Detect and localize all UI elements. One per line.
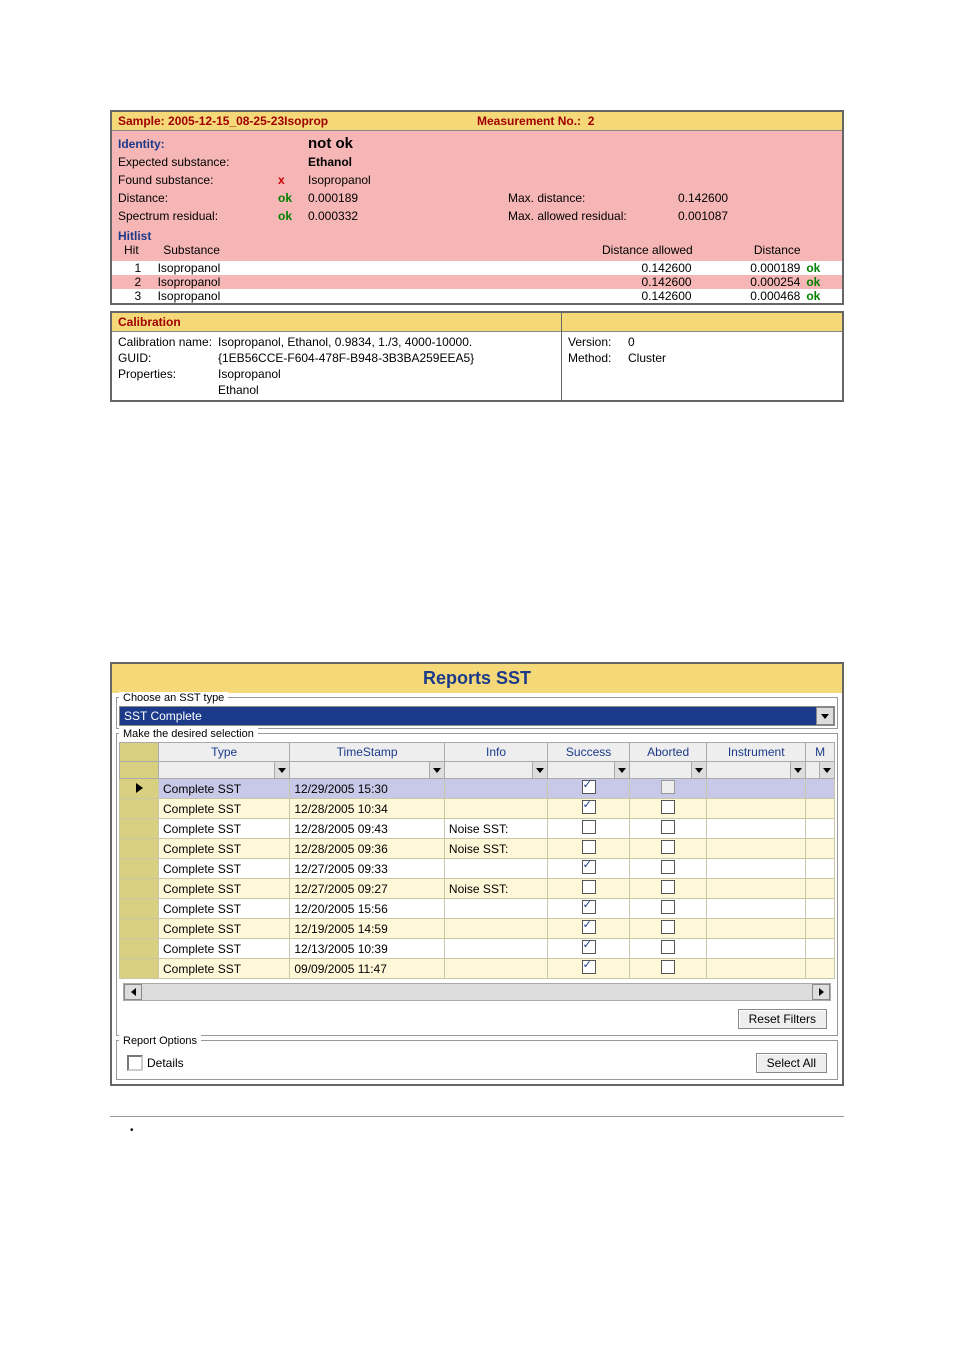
success-checkbox[interactable] [582,900,596,914]
column-header[interactable]: TimeStamp [290,743,445,762]
filter-dropdown[interactable] [630,762,706,778]
meas-value: 2 [588,114,595,128]
aborted-checkbox[interactable] [661,960,675,974]
aborted-checkbox[interactable] [661,820,675,834]
grid-row[interactable]: Complete SST12/28/2005 09:43Noise SST: [120,819,835,839]
column-header[interactable]: Type [159,743,290,762]
hitlist-header: Hit Substance Distance allowed Distance [118,243,836,257]
details-checkbox[interactable] [127,1055,143,1071]
success-checkbox[interactable] [582,960,596,974]
choose-sst-fieldset: Choose an SST type SST Complete [116,697,838,729]
scroll-right-icon[interactable] [812,984,830,1000]
grid-row[interactable]: Complete SST12/20/2005 15:56 [120,899,835,919]
grid-row[interactable]: Complete SST12/13/2005 10:39 [120,939,835,959]
column-header[interactable]: M [806,743,835,762]
reports-sst-panel: Reports SST Choose an SST type SST Compl… [110,662,844,1086]
grid-row[interactable]: Complete SST12/27/2005 09:33 [120,859,835,879]
filter-dropdown[interactable] [445,762,547,778]
sst-title: Reports SST [112,664,842,693]
success-checkbox[interactable] [582,820,596,834]
selection-fieldset: Make the desired selection TypeTimeStamp… [116,733,838,1036]
sst-grid[interactable]: TypeTimeStampInfoSuccessAbortedInstrumen… [119,742,835,979]
select-all-button[interactable]: Select All [756,1053,827,1073]
sample-header: Sample: 2005-12-15_08-25-23Isoprop Measu… [112,112,842,131]
filter-dropdown[interactable] [806,762,834,778]
calibration-title: Calibration [112,313,561,332]
aborted-checkbox[interactable] [661,900,675,914]
filter-dropdown[interactable] [707,762,805,778]
column-header[interactable]: Info [444,743,547,762]
horizontal-scrollbar[interactable] [123,983,831,1001]
report-options-fieldset: Report Options Details Select All [116,1040,838,1080]
meas-label: Measurement No.: [477,114,581,128]
row-selector-icon [136,783,143,793]
filter-dropdown[interactable] [159,762,289,778]
filter-dropdown[interactable] [548,762,629,778]
sample-label: Sample: [118,114,165,128]
aborted-checkbox[interactable] [661,880,675,894]
grid-row[interactable]: Complete SST12/19/2005 14:59 [120,919,835,939]
aborted-checkbox[interactable] [661,800,675,814]
hitlist-row: 1Isopropanol0.1426000.000189ok [112,261,842,275]
sample-value: 2005-12-15_08-25-23Isoprop [168,114,328,128]
sample-panel: Sample: 2005-12-15_08-25-23Isoprop Measu… [110,110,844,305]
hitlist-title: Hitlist [118,229,836,243]
bullet-icon: • [130,1125,824,1136]
grid-row[interactable]: Complete SST12/29/2005 15:30 [120,779,835,799]
success-checkbox[interactable] [582,800,596,814]
grid-row[interactable]: Complete SST12/28/2005 10:34 [120,799,835,819]
identity-value: not ok [308,135,428,153]
success-checkbox[interactable] [582,920,596,934]
aborted-checkbox[interactable] [661,860,675,874]
dropdown-arrow-icon[interactable] [816,707,834,725]
aborted-checkbox[interactable] [661,840,675,854]
identity-block: Identity: not ok Expected substance:Etha… [112,131,842,261]
column-header[interactable]: Aborted [630,743,707,762]
identity-title: Identity: [118,135,278,153]
aborted-checkbox[interactable] [661,780,675,794]
filter-dropdown[interactable] [290,762,444,778]
success-checkbox[interactable] [582,860,596,874]
selection-legend: Make the desired selection [119,728,258,740]
calibration-panel: Calibration Calibration name:Isopropanol… [110,311,844,402]
aborted-checkbox[interactable] [661,940,675,954]
reset-filters-button[interactable]: Reset Filters [738,1009,827,1029]
success-checkbox[interactable] [582,940,596,954]
aborted-checkbox[interactable] [661,920,675,934]
success-checkbox[interactable] [582,780,596,794]
scroll-left-icon[interactable] [124,984,142,1000]
report-options-legend: Report Options [119,1035,201,1047]
success-checkbox[interactable] [582,880,596,894]
success-checkbox[interactable] [582,840,596,854]
column-header[interactable]: Success [548,743,630,762]
grid-row[interactable]: Complete SST09/09/2005 11:47 [120,959,835,979]
hitlist-row: 2Isopropanol0.1426000.000254ok [112,275,842,289]
column-header[interactable]: Instrument [707,743,806,762]
hitlist-row: 3Isopropanol0.1426000.000468ok [112,289,842,303]
details-label: Details [147,1056,184,1070]
grid-row[interactable]: Complete SST12/28/2005 09:36Noise SST: [120,839,835,859]
choose-sst-legend: Choose an SST type [119,692,228,704]
sst-type-dropdown[interactable]: SST Complete [119,706,835,726]
grid-row[interactable]: Complete SST12/27/2005 09:27Noise SST: [120,879,835,899]
